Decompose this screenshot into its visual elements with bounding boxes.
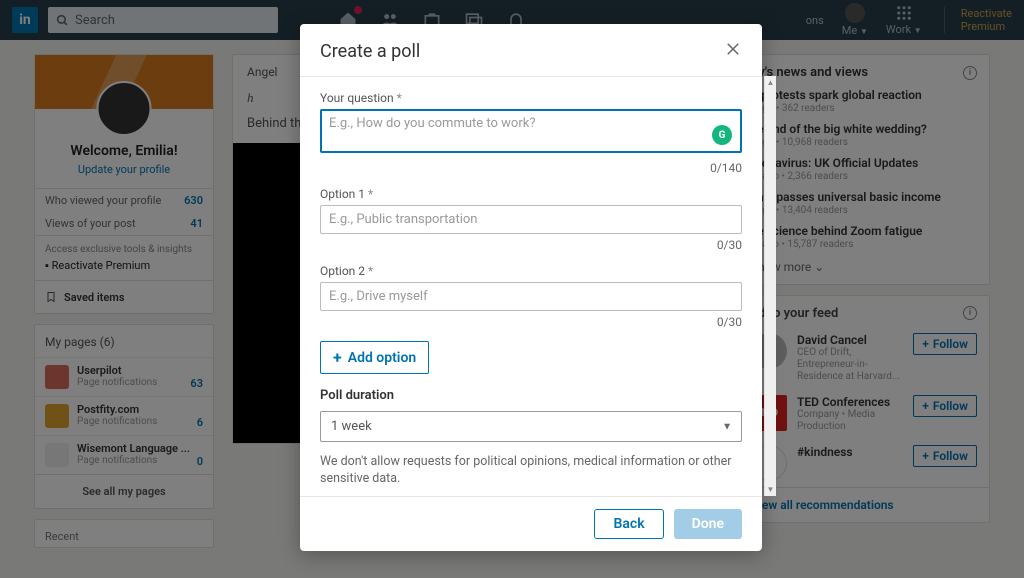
back-button[interactable]: Back xyxy=(594,509,663,539)
scroll-down-icon: ▼ xyxy=(765,485,776,494)
add-option-button[interactable]: + Add option xyxy=(320,341,429,374)
close-icon xyxy=(724,40,742,58)
option1-label: Option 1 * xyxy=(320,187,742,201)
option2-counter: 0/30 xyxy=(320,315,742,329)
question-input[interactable] xyxy=(320,109,742,153)
grammarly-icon[interactable]: G xyxy=(712,125,732,145)
option2-input[interactable] xyxy=(320,282,742,311)
close-button[interactable] xyxy=(724,40,742,62)
done-button[interactable]: Done xyxy=(674,509,742,539)
modal-title: Create a poll xyxy=(320,41,420,62)
question-label: Your question * xyxy=(320,91,742,105)
duration-label: Poll duration xyxy=(320,388,742,403)
option1-counter: 0/30 xyxy=(320,238,742,252)
option2-label: Option 2 * xyxy=(320,264,742,278)
plus-icon: + xyxy=(333,348,342,367)
option1-input[interactable] xyxy=(320,205,742,234)
question-counter: 0/140 xyxy=(320,161,742,175)
create-poll-modal: Create a poll Your question * G 0/140 Op… xyxy=(300,24,762,551)
disclaimer-text: We don't allow requests for political op… xyxy=(320,454,742,488)
scroll-up-icon: ▲ xyxy=(765,78,776,87)
duration-select[interactable]: 1 week xyxy=(320,411,742,442)
scrollbar[interactable]: ▲ ▼ xyxy=(764,76,776,496)
